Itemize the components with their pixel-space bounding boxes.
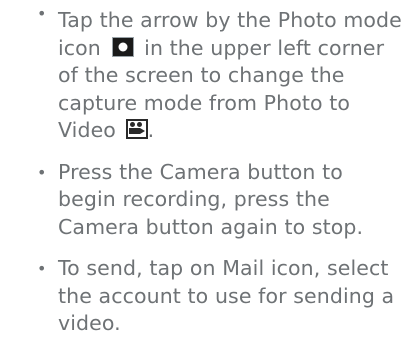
bullet-dot: • <box>37 162 47 182</box>
step-2-text: Press the Camera button to begin recordi… <box>58 159 364 239</box>
bullet-dot: • <box>37 259 47 278</box>
instruction-step-1: • Tap the arrow by the Photo mode icon i… <box>0 0 410 145</box>
instruction-step-2: • Press the Camera button to begin recor… <box>0 159 410 242</box>
instruction-step-3: • To send, tap on Mail icon, select the … <box>0 255 410 338</box>
bullet-dot: • <box>37 4 47 23</box>
step-1-text-after-icon: in the upper left corner of the screen t… <box>58 35 385 143</box>
video-mode-icon <box>125 119 148 139</box>
step-1-end: . <box>147 118 155 142</box>
instruction-list: • Tap the arrow by the Photo mode icon i… <box>0 0 410 338</box>
step-3-text: To send, tap on Mail icon, select the ac… <box>58 256 395 335</box>
photo-mode-icon <box>111 36 134 57</box>
